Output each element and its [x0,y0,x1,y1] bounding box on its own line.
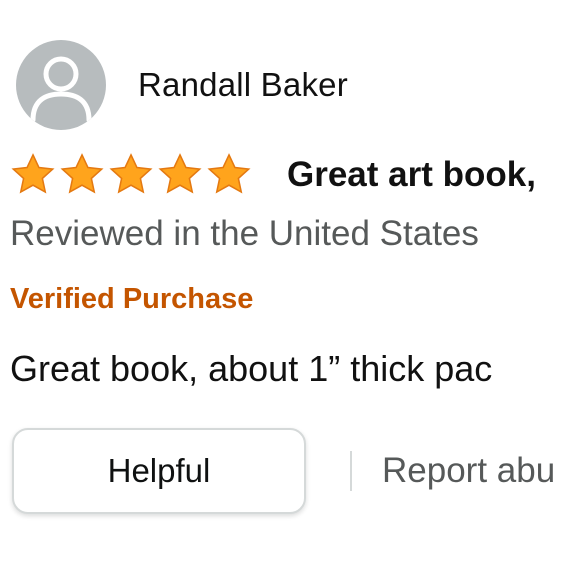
divider [350,451,352,491]
reviewer-name[interactable]: Randall Baker [138,66,348,104]
star-icon [60,153,104,194]
report-abuse-link[interactable]: Report abu [382,451,555,491]
review-actions: Helpful Report abu [12,428,555,514]
reviewer-profile[interactable]: Randall Baker [16,40,348,130]
star-rating[interactable] [10,152,255,198]
review-body: Great book, about 1” thick pac [10,348,493,389]
review-title[interactable]: Great art book, [287,155,536,195]
verified-purchase-badge[interactable]: Verified Purchase [10,283,253,316]
star-icon [109,153,153,194]
avatar[interactable] [16,40,106,130]
review-header: Great art book, [10,152,536,198]
star-icon [207,153,251,194]
helpful-button[interactable]: Helpful [12,428,306,514]
star-icon [158,153,202,194]
star-icon [11,153,55,194]
person-silhouette-icon [30,56,92,123]
customer-review: Randall Baker Great art book, Reviewed i… [0,0,580,580]
review-location-date: Reviewed in the United States [10,214,479,253]
